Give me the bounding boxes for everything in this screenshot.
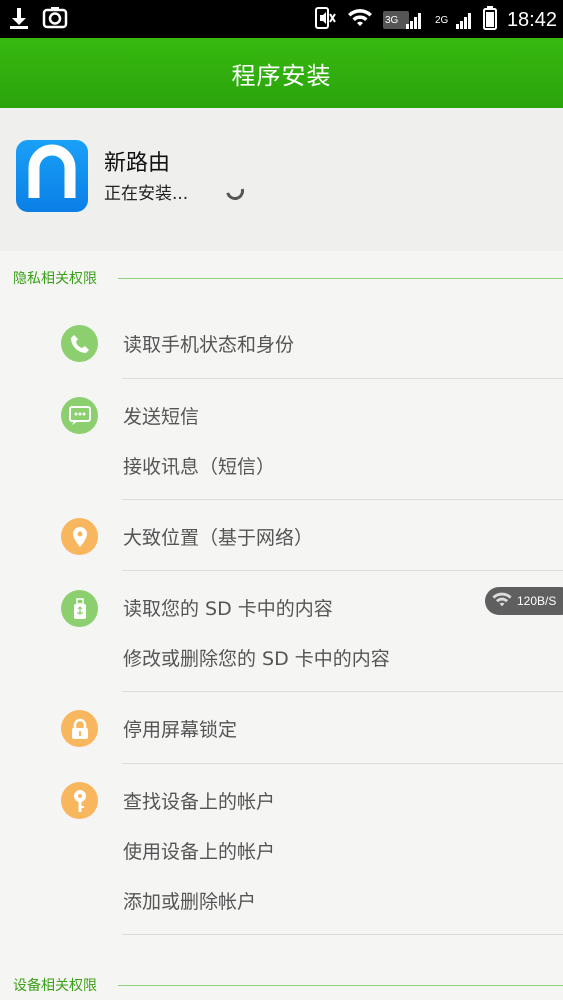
permission-item: 修改或删除您的 SD 卡中的内容 (123, 648, 390, 670)
page-title: 程序安装 (231, 61, 332, 90)
app-icon (16, 140, 88, 212)
network-speed-badge[interactable]: 120B/S (485, 587, 563, 615)
screenshot-icon (42, 6, 68, 34)
permission-item: 停用屏幕锁定 (123, 719, 238, 741)
divider (122, 570, 563, 571)
divider (122, 934, 563, 935)
mute-vibrate-icon (313, 6, 337, 34)
signal-3g-icon: 3G (382, 9, 423, 31)
section-privacy: 隐私相关权限 (0, 267, 563, 291)
app-name: 新路由 (104, 151, 171, 176)
section-device: 设备相关权限 (0, 974, 563, 998)
loading-spinner-icon (222, 178, 248, 204)
section-divider (118, 985, 563, 986)
network-2g-label: 2G (434, 15, 449, 26)
install-status: 正在安装... (104, 184, 189, 204)
network-3g-label: 3G (384, 15, 399, 26)
section-title: 设备相关权限 (13, 975, 107, 995)
key-icon (61, 782, 98, 819)
section-title: 隐私相关权限 (13, 268, 107, 288)
permission-item: 接收讯息（短信） (123, 456, 276, 478)
wifi-icon (347, 7, 373, 33)
lock-icon (61, 710, 98, 747)
permission-item: 查找设备上的帐户 (123, 791, 276, 813)
divider (122, 691, 563, 692)
divider (122, 763, 563, 764)
permission-item: 使用设备上的帐户 (123, 841, 276, 863)
permission-item: 发送短信 (123, 406, 200, 428)
section-divider (118, 278, 563, 279)
battery-icon (482, 6, 497, 34)
permission-item: 添加或删除帐户 (123, 891, 257, 913)
divider (122, 499, 563, 500)
app-info-card: 新路由 正在安装... (0, 108, 563, 251)
wifi-icon (491, 591, 513, 611)
download-icon (8, 6, 30, 34)
router-logo-icon (28, 144, 76, 198)
title-bar: 程序安装 (0, 38, 563, 108)
message-icon (61, 397, 98, 434)
permission-item: 读取您的 SD 卡中的内容 (123, 598, 333, 620)
usb-storage-icon (61, 590, 98, 627)
location-icon (61, 518, 98, 555)
signal-2g-icon: 2G (433, 9, 473, 31)
permission-item: 大致位置（基于网络） (123, 527, 314, 549)
status-time: 18:42 (506, 9, 557, 31)
phone-icon (61, 325, 98, 362)
divider (122, 378, 563, 379)
status-bar: 3G 2G 18:42 (0, 0, 563, 38)
network-speed-text: 120B/S (517, 594, 557, 608)
permission-item: 读取手机状态和身份 (123, 334, 295, 356)
